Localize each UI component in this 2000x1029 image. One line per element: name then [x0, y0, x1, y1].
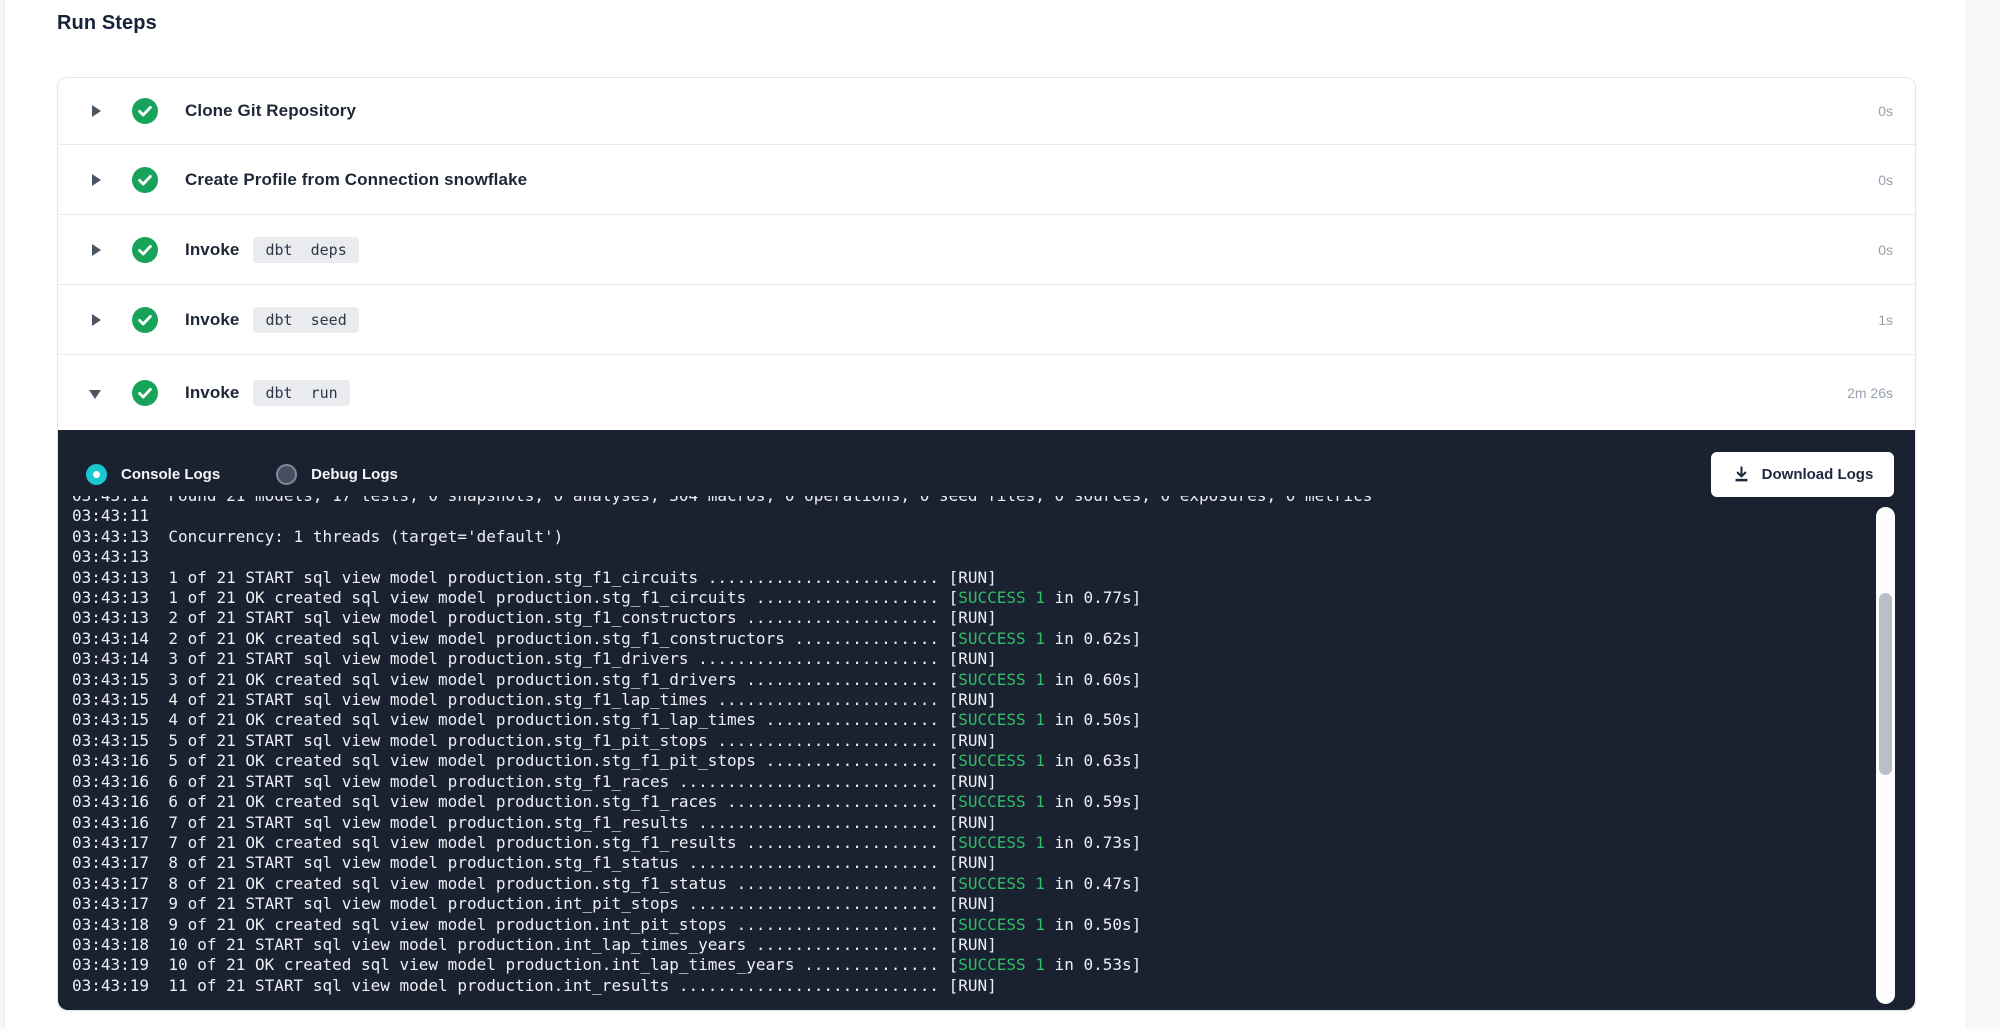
step-label: Invoke: [185, 310, 239, 330]
success-check-icon: [132, 307, 158, 333]
step-label: Invoke: [185, 383, 239, 403]
step-duration: 0s: [1878, 103, 1893, 119]
console-log-line: 03:43:13 2 of 21 START sql view model pr…: [72, 608, 1872, 628]
command-badge: dbt seed: [253, 307, 358, 333]
step-label: Invoke: [185, 240, 239, 260]
console-log-line: 03:43:13 1 of 21 START sql view model pr…: [72, 568, 1872, 588]
console-scrollbar-track[interactable]: [1876, 507, 1895, 1004]
console-log-line: 03:43:17 8 of 21 OK created sql view mod…: [72, 874, 1872, 894]
console-log-line: 03:43:14 2 of 21 OK created sql view mod…: [72, 629, 1872, 649]
step-row[interactable]: Invoke dbt run 2m 26s: [58, 354, 1915, 430]
step-row[interactable]: Clone Git Repository 0s: [58, 78, 1915, 144]
success-check-icon: [132, 167, 158, 193]
chevron-down-icon[interactable]: [89, 386, 103, 400]
console-log-line: 03:43:18 10 of 21 START sql view model p…: [72, 935, 1872, 955]
step-duration: 2m 26s: [1847, 385, 1893, 401]
console-log-viewport[interactable]: 03:43:11 Found 21 models, 17 tests, 0 sn…: [72, 496, 1872, 1010]
page-title: Run Steps: [57, 12, 157, 35]
console-log-line: 03:43:15 4 of 21 START sql view model pr…: [72, 690, 1872, 710]
step-duration: 0s: [1878, 242, 1893, 258]
step-duration: 1s: [1878, 312, 1893, 328]
log-type-radio[interactable]: Debug Logs: [276, 464, 398, 485]
console-log-line: 03:43:19 11 of 21 START sql view model p…: [72, 976, 1872, 996]
console-log-line: 03:43:19 10 of 21 OK created sql view mo…: [72, 955, 1872, 975]
download-logs-button[interactable]: Download Logs: [1711, 452, 1894, 497]
console-log-line: 03:43:13 Concurrency: 1 threads (target=…: [72, 527, 1872, 547]
download-logs-label: Download Logs: [1762, 466, 1874, 483]
run-steps-card: Clone Git Repository 0s Create Profile f…: [57, 77, 1916, 1011]
step-row[interactable]: Create Profile from Connection snowflake…: [58, 144, 1915, 214]
console-log-lines: 03:43:11 Found 21 models, 17 tests, 0 sn…: [72, 496, 1872, 996]
download-icon: [1732, 465, 1762, 484]
radio-label: Console Logs: [121, 466, 220, 483]
step-label: Create Profile from Connection snowflake: [185, 170, 527, 190]
console-log-line: 03:43:13: [72, 547, 1872, 567]
console-log-line: 03:43:17 7 of 21 OK created sql view mod…: [72, 833, 1872, 853]
radio-icon[interactable]: [86, 464, 107, 485]
console-log-line: 03:43:13 1 of 21 OK created sql view mod…: [72, 588, 1872, 608]
console-log-line: 03:43:17 9 of 21 START sql view model pr…: [72, 894, 1872, 914]
page-left-gutter: [0, 0, 5, 1029]
console-log-line: 03:43:16 5 of 21 OK created sql view mod…: [72, 751, 1872, 771]
success-check-icon: [132, 237, 158, 263]
step-duration: 0s: [1878, 172, 1893, 188]
success-check-icon: [132, 98, 158, 124]
console-log-line: 03:43:11 Found 21 models, 17 tests, 0 sn…: [72, 496, 1872, 506]
radio-label: Debug Logs: [311, 466, 398, 483]
command-badge: dbt run: [253, 380, 349, 406]
step-row[interactable]: Invoke dbt seed 1s: [58, 284, 1915, 354]
chevron-right-icon[interactable]: [89, 173, 103, 187]
command-badge: dbt deps: [253, 237, 358, 263]
chevron-right-icon[interactable]: [89, 243, 103, 257]
console-log-line: 03:43:11: [72, 506, 1872, 526]
console-log-line: 03:43:15 3 of 21 OK created sql view mod…: [72, 670, 1872, 690]
console-log-line: 03:43:15 5 of 21 START sql view model pr…: [72, 731, 1872, 751]
console-log-line: 03:43:18 9 of 21 OK created sql view mod…: [72, 915, 1872, 935]
console-log-line: 03:43:16 7 of 21 START sql view model pr…: [72, 813, 1872, 833]
console-scrollbar-thumb[interactable]: [1879, 593, 1892, 775]
console-log-line: 03:43:16 6 of 21 START sql view model pr…: [72, 772, 1872, 792]
success-check-icon: [132, 380, 158, 406]
console-log-line: 03:43:15 4 of 21 OK created sql view mod…: [72, 710, 1872, 730]
chevron-right-icon[interactable]: [89, 104, 103, 118]
page-right-gutter: [1966, 0, 2000, 1029]
console-panel: Console Logs Debug Logs Download Logs 03…: [58, 430, 1915, 1010]
console-header: Console Logs Debug Logs Download Logs: [58, 430, 1915, 497]
radio-icon[interactable]: [276, 464, 297, 485]
chevron-right-icon[interactable]: [89, 313, 103, 327]
log-type-radio[interactable]: Console Logs: [86, 464, 220, 485]
step-row[interactable]: Invoke dbt deps 0s: [58, 214, 1915, 284]
console-log-line: 03:43:17 8 of 21 START sql view model pr…: [72, 853, 1872, 873]
console-log-line: 03:43:16 6 of 21 OK created sql view mod…: [72, 792, 1872, 812]
step-label: Clone Git Repository: [185, 101, 356, 121]
console-log-line: 03:43:14 3 of 21 START sql view model pr…: [72, 649, 1872, 669]
